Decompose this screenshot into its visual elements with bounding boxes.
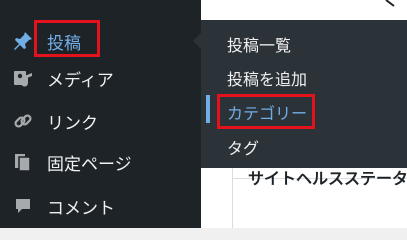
comment-icon (12, 195, 34, 217)
sidebar-item-comments[interactable]: コメント (0, 185, 201, 227)
admin-sidebar: 投稿 メディア リンク 固定ページ コメント (0, 0, 201, 228)
submenu-item-all-posts[interactable]: 投稿一覧 (227, 32, 291, 56)
highlight-box-posts (34, 20, 100, 57)
current-submenu-indicator (206, 95, 210, 123)
toolbar-fragment (385, 0, 395, 7)
sidebar-item-label: メディア (47, 70, 114, 91)
link-icon (12, 110, 34, 132)
sidebar-item-label: 固定ページ (47, 154, 132, 175)
submenu-item-add-new-post[interactable]: 投稿を追加 (227, 66, 307, 90)
sidebar-item-pages[interactable]: 固定ページ (0, 141, 201, 183)
sidebar-item-links[interactable]: リンク (0, 100, 201, 142)
posts-submenu-flyout: 投稿一覧 投稿を追加 カテゴリー タグ (201, 20, 407, 168)
sidebar-item-media[interactable]: メディア (0, 57, 201, 99)
sidebar-item-label: リンク (47, 113, 98, 134)
sidebar-item-label: コメント (47, 198, 115, 219)
pin-icon (12, 30, 34, 52)
highlight-box-categories (217, 94, 315, 129)
media-icon (12, 67, 34, 89)
flyout-arrow (193, 33, 201, 49)
submenu-item-tags[interactable]: タグ (227, 135, 259, 159)
page-icon (12, 151, 34, 173)
site-health-widget-title: サイトヘルスステータス (248, 169, 407, 188)
sidebar-item-posts[interactable]: 投稿 (0, 20, 201, 62)
